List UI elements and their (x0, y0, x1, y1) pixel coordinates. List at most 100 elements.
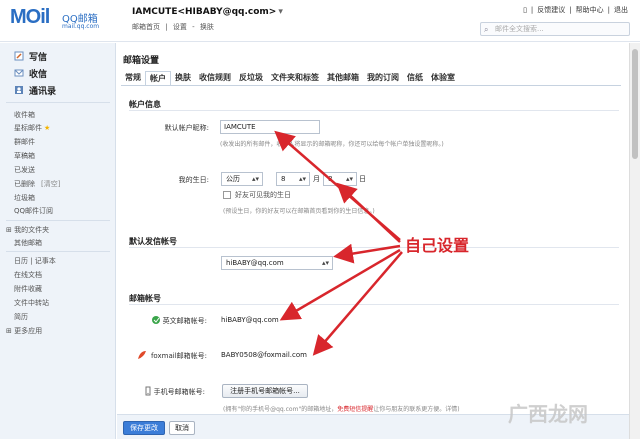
logo[interactable]: MOil QQ邮箱 mail.qq.com (10, 6, 118, 34)
more-apps-toggle[interactable]: ⊞ 更多应用 (6, 326, 42, 336)
friends-visible-checkbox[interactable] (223, 191, 231, 199)
birthday-label: 我的生日: (178, 176, 209, 184)
phone-hint: (拥有"你的手机号@qq.com"的邮箱地址，免费短信提醒让你与朋友的联系更方便… (223, 404, 460, 413)
section-divider (129, 110, 619, 111)
clear-deleted-link[interactable]: [清空] (41, 180, 60, 188)
separator: - (192, 23, 195, 31)
section-account-info: 帐户信息 (129, 100, 161, 109)
phone-account-label: 手机号邮箱帐号: (153, 388, 205, 396)
folder-starred[interactable]: 星标邮件 ★ (14, 123, 50, 133)
inbox-icon (14, 69, 24, 77)
logo-url: mail.qq.com (62, 23, 100, 30)
logo-main: MOil (10, 6, 50, 28)
tab-other-mailbox[interactable]: 其他邮箱 (323, 71, 363, 85)
nickname-hint: (收发出的所有邮件，收件人将显示的邮箱昵称，你还可以给每个帐户单独设置昵称。) (220, 141, 444, 148)
section-divider (129, 247, 619, 248)
chevron-down-icon: ▴▾ (298, 175, 306, 183)
separator: | (530, 6, 534, 14)
page-title: 邮箱设置 (123, 56, 160, 66)
separator: | (165, 23, 168, 31)
folder-spam[interactable]: 垃圾箱 (14, 193, 35, 203)
mailbox-home-link[interactable]: 邮箱首页 (132, 23, 160, 31)
default-sender-select[interactable]: hiBABY@qq.com ▴▾ (221, 256, 333, 270)
folder-drafts[interactable]: 草稿箱 (14, 151, 35, 161)
app-attachments[interactable]: 附件收藏 (14, 284, 42, 294)
receive-button[interactable]: 收信 (14, 65, 47, 81)
divider (6, 102, 110, 103)
tab-rules[interactable]: 收信规则 (195, 71, 235, 85)
divider (6, 251, 110, 252)
tab-folders-labels[interactable]: 文件夹和标签 (267, 71, 323, 85)
friends-visible-label: 好友可见我的生日 (235, 191, 291, 199)
logout-link[interactable]: 退出 (614, 5, 628, 15)
free-sms-link[interactable]: 免费短信提醒 (337, 406, 373, 413)
app-resume[interactable]: 简历 (14, 312, 28, 322)
nickname-input[interactable]: IAMCUTE (220, 120, 320, 134)
scrollbar[interactable] (629, 43, 640, 439)
foxmail-account-value: BABY0508@foxmail.com (221, 351, 307, 359)
search-icon: ⌕ (484, 25, 489, 34)
feedback-link[interactable]: 反馈建议 (537, 5, 565, 15)
sidebar: 写信 收信 通讯录 收件箱 星标邮件 ★ 群邮件 草稿箱 已发送 已删除 [清空] … (0, 43, 116, 439)
day-unit: 日 (359, 175, 366, 183)
month-value: 8 (281, 175, 286, 183)
default-sender-value: hiBABY@qq.com (226, 259, 284, 267)
folder-inbox[interactable]: 收件箱 (14, 110, 35, 120)
folder-deleted-label: 已删除 (14, 180, 35, 188)
tab-antispam[interactable]: 反垃圾 (235, 71, 267, 85)
chevron-down-icon[interactable]: ▾ (278, 7, 283, 17)
expand-icon: ⊞ (6, 327, 12, 335)
account-name[interactable]: IAMCUTE<HIBABY@qq.com> ▾ (132, 7, 283, 17)
tab-account[interactable]: 帐户 (145, 71, 171, 85)
help-link[interactable]: 帮助中心 (576, 5, 604, 15)
pencil-icon (14, 51, 24, 61)
watermark: 广西龙网 (508, 402, 588, 426)
folder-sent[interactable]: 已发送 (14, 165, 35, 175)
contacts-icon (15, 86, 23, 94)
folder-group[interactable]: 群邮件 (14, 137, 35, 147)
english-account-value: hiBABY@qq.com (221, 316, 279, 324)
save-button[interactable]: 保存更改 (123, 421, 165, 435)
divider (6, 220, 110, 221)
chevron-down-icon: ▴▾ (321, 259, 329, 267)
settings-link[interactable]: 设置 (173, 23, 187, 31)
app-file-transfer[interactable]: 文件中转站 (14, 298, 49, 308)
skin-link[interactable]: 换肤 (200, 23, 214, 31)
chevron-down-icon: ▴▾ (345, 175, 353, 183)
folder-deleted[interactable]: 已删除 [清空] (14, 179, 60, 189)
scrollbar-thumb[interactable] (632, 49, 638, 159)
app-calendar-notes[interactable]: 日历 | 记事本 (14, 256, 56, 266)
compose-button[interactable]: 写信 (14, 48, 47, 64)
tabs-underline (121, 85, 621, 86)
tab-lab[interactable]: 体验室 (427, 71, 459, 85)
cancel-button[interactable]: 取消 (169, 421, 195, 435)
my-folders-toggle[interactable]: ⊞ 我的文件夹 (6, 225, 49, 235)
tab-skin[interactable]: 换肤 (171, 71, 195, 85)
other-mailbox[interactable]: 其他邮箱 (14, 238, 42, 248)
tab-stationery[interactable]: 信纸 (403, 71, 427, 85)
settings-panel: 邮箱设置 常规 帐户 换肤 收信规则 反垃圾 文件夹和标签 其他邮箱 我的订阅 … (117, 43, 629, 439)
top-links: ▯ | 反馈建议 | 帮助中心 | 退出 (523, 5, 628, 15)
day-select[interactable]: 8 ▴▾ (323, 172, 357, 186)
folder-subscriptions[interactable]: QQ邮件订阅 (14, 206, 53, 216)
contacts-button[interactable]: 通讯录 (14, 82, 56, 98)
nickname-label: 默认帐户昵称: (164, 124, 209, 132)
tab-subscriptions[interactable]: 我的订阅 (363, 71, 403, 85)
app-online-docs[interactable]: 在线文档 (14, 270, 42, 280)
star-icon: ★ (44, 124, 51, 132)
section-divider (129, 304, 619, 305)
phone-icon[interactable]: ▯ (523, 6, 527, 14)
register-phone-account-button[interactable]: 注册手机号邮箱帐号... (222, 384, 308, 398)
receive-label: 收信 (29, 69, 48, 80)
month-select[interactable]: 8 ▴▾ (276, 172, 310, 186)
phone-hint-c: 让你与朋友的联系更方便。详情) (373, 406, 460, 413)
compose-label: 写信 (29, 52, 48, 63)
phone-hint-a: (拥有"你的手机号@qq.com"的邮箱地址， (223, 406, 338, 413)
search-input[interactable]: ⌕ 邮件全文搜索... (480, 22, 630, 36)
calendar-value: 公历 (226, 175, 240, 183)
separator: | (569, 6, 572, 14)
tab-general[interactable]: 常规 (121, 71, 145, 85)
separator: | (607, 6, 610, 14)
more-apps-label: 更多应用 (14, 327, 43, 335)
calendar-select[interactable]: 公历 ▴▾ (221, 172, 263, 186)
